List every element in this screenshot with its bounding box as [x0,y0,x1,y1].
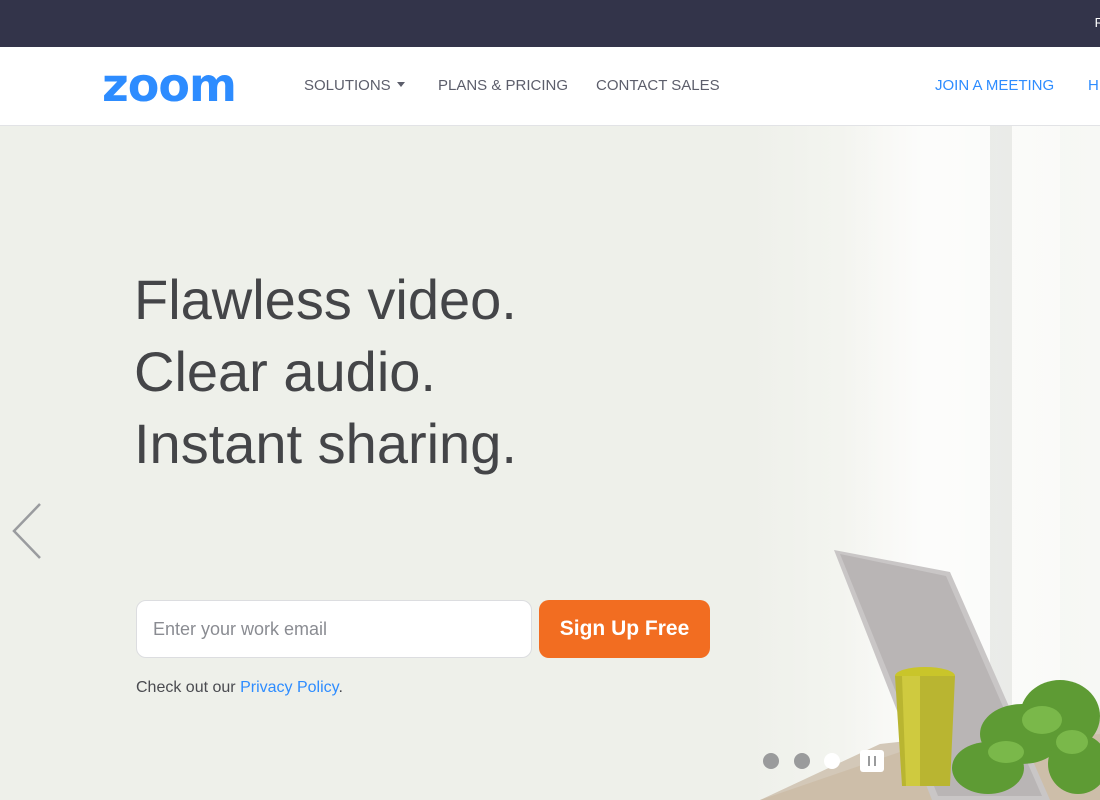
carousel-prev-button[interactable] [10,502,46,560]
zoom-logo[interactable]: zoom [102,59,237,111]
privacy-prefix: Check out our [136,679,241,696]
privacy-note: Check out our Privacy Policy. [136,679,343,697]
nav-host-partial[interactable]: H [1088,77,1099,94]
topbar-link-partial[interactable]: R [1095,15,1100,30]
privacy-suffix: . [338,679,343,696]
caret-down-icon [396,82,405,87]
carousel-dot-1[interactable] [763,753,779,769]
nav-join-meeting[interactable]: JOIN A MEETING [935,77,1054,94]
hero-banner: Flawless video. Clear audio. Instant sha… [0,126,1100,800]
carousel-dot-3[interactable] [824,753,840,769]
hero-headline: Flawless video. Clear audio. Instant sha… [134,264,517,480]
main-navbar: zoom SOLUTIONS PLANS & PRICING CONTACT S… [0,47,1100,126]
nav-solutions[interactable]: SOLUTIONS [304,77,405,94]
carousel-pause-button[interactable] [860,750,884,772]
chevron-left-icon [12,503,41,559]
laptop-desk-photo [760,506,1100,800]
sign-up-free-button[interactable]: Sign Up Free [539,600,710,658]
nav-contact-sales[interactable]: CONTACT SALES [596,77,720,94]
headline-line-1: Flawless video. [134,268,517,331]
work-email-input[interactable] [136,600,532,658]
headline-line-2: Clear audio. [134,340,436,403]
nav-solutions-label: SOLUTIONS [304,77,391,94]
top-utility-bar: R [0,0,1100,47]
laptop-scene-illustration [760,550,1100,800]
nav-plans-pricing[interactable]: PLANS & PRICING [438,77,568,94]
headline-line-3: Instant sharing. [134,412,517,475]
privacy-policy-link[interactable]: Privacy Policy [240,679,338,696]
carousel-dot-2[interactable] [794,753,810,769]
